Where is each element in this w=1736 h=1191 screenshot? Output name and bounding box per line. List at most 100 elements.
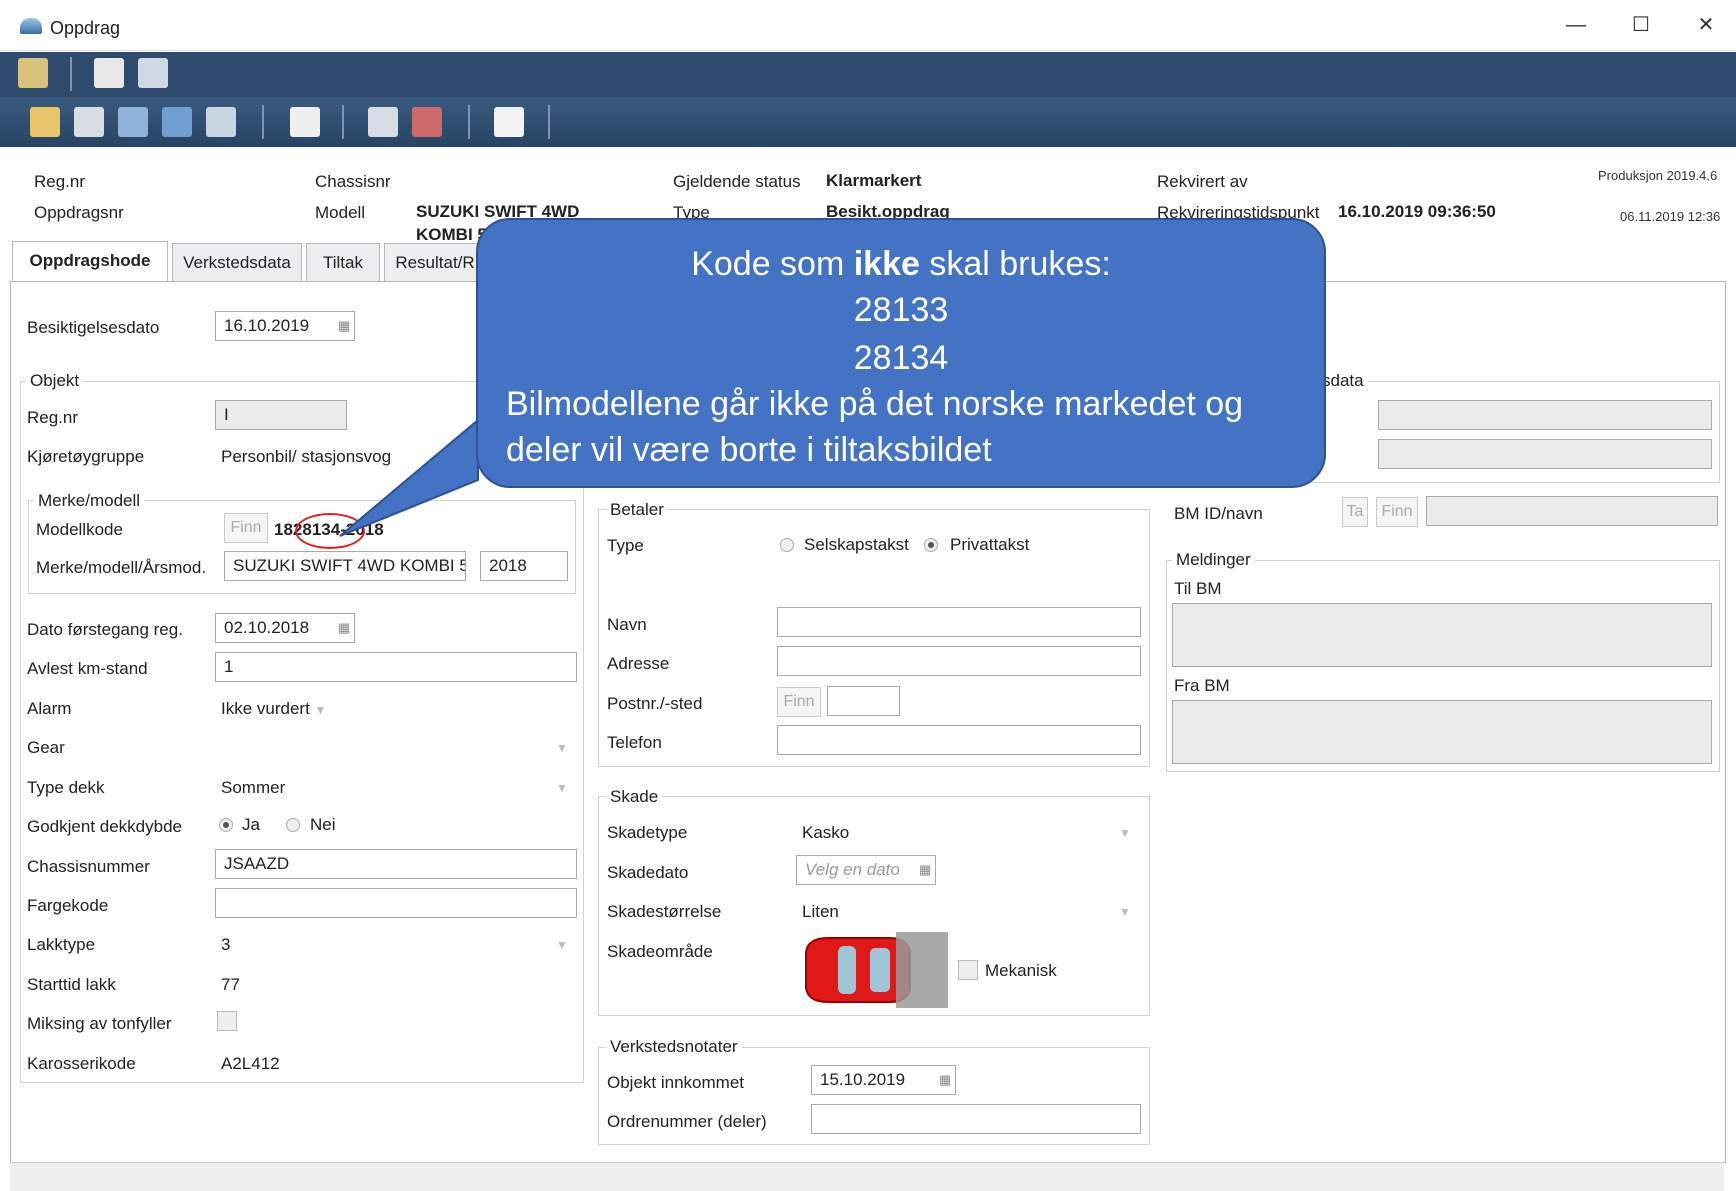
lakktype-value[interactable]: 3 [221, 935, 230, 955]
calendar-icon[interactable]: ▦ [338, 312, 350, 340]
fargekode-field[interactable] [215, 888, 577, 918]
fra-bm-textarea[interactable] [1172, 700, 1712, 764]
sdata-field-2[interactable] [1378, 439, 1712, 469]
gear-dropdown-chevron-icon[interactable]: ▼ [556, 741, 568, 755]
alarm-dropdown[interactable]: Ikke vurdert ▼ [221, 699, 326, 719]
sdata-field-1[interactable] [1378, 400, 1712, 430]
gear-label: Gear [27, 738, 65, 757]
callout-line-4: Bilmodellene går ikke på det norske mark… [506, 385, 1244, 423]
production-version: Produksjon 2019.4.6 [1598, 168, 1718, 183]
header-rekvtid-value: 16.10.2019 09:36:50 [1338, 202, 1496, 221]
besiktigelsesdato-label: Besiktigelsesdato [27, 318, 160, 337]
fargekode-label: Fargekode [27, 896, 109, 915]
mail-icon[interactable] [368, 107, 398, 137]
documents-icon[interactable] [162, 107, 192, 137]
edit-icon[interactable] [30, 107, 60, 137]
regnr-field[interactable]: I [215, 400, 347, 430]
betaler-type-label: Type [607, 536, 644, 555]
skadestorrelse-value[interactable]: Liten [802, 902, 839, 922]
alarm-value: Ikke vurdert [221, 699, 310, 718]
postnr-finn-button[interactable]: Finn [777, 687, 821, 717]
merke-label: Merke/modell/Årsmod. [36, 558, 207, 577]
dekkdybde-nei-label: Nei [310, 815, 336, 834]
privattakst-radio[interactable] [924, 538, 938, 552]
besiktigelsesdato-value: 16.10.2019 [224, 316, 310, 335]
skadetype-label: Skadetype [607, 823, 688, 842]
tab-verkstedsdata[interactable]: Verkstedsdata [172, 243, 302, 282]
calendar-icon[interactable]: ▦ [919, 856, 931, 884]
callout-text-post: skal brukes: [919, 245, 1111, 283]
dato-forste-field[interactable]: 02.10.2018 ▦ [215, 613, 355, 643]
privattakst-label: Privattakst [950, 535, 1030, 554]
calendar-icon[interactable]: ▦ [939, 1066, 951, 1094]
dekk-dropdown-chevron-icon[interactable]: ▼ [556, 781, 568, 795]
toolbar-separator [262, 105, 264, 139]
adresse-field[interactable] [777, 646, 1141, 676]
chassis-label: Chassisnummer [27, 857, 150, 876]
arsmod-field[interactable]: 2018 [480, 551, 568, 581]
skadetype-value[interactable]: Kasko [802, 823, 849, 843]
telefon-label: Telefon [607, 733, 662, 752]
toolbar-separator [342, 105, 344, 139]
callout-line-5: deler vil være borte i tiltaksbildet [506, 431, 992, 469]
dekk-value[interactable]: Sommer [221, 778, 285, 798]
print-icon[interactable] [94, 58, 124, 88]
km-field[interactable]: 1 [215, 652, 577, 682]
header-modell-label: Modell [315, 203, 366, 222]
bm-ta-button[interactable]: Ta [1342, 497, 1368, 527]
mekanisk-checkbox[interactable] [958, 960, 978, 980]
navn-field[interactable] [777, 607, 1141, 637]
merke-modell-title: Merke/modell [34, 491, 145, 511]
document-icon[interactable] [118, 107, 148, 137]
ordrenummer-field[interactable] [811, 1104, 1141, 1134]
postnr-label: Postnr./-sted [607, 694, 703, 713]
navn-label: Navn [607, 615, 647, 634]
minimize-button[interactable]: — [1553, 10, 1599, 40]
selskapstakst-radio[interactable] [780, 538, 794, 552]
merke-field[interactable]: SUZUKI SWIFT 4WD KOMBI 5D [224, 551, 466, 581]
miksing-checkbox[interactable] [217, 1011, 237, 1031]
current-datetime: 06.11.2019 12:36 [1620, 209, 1721, 224]
percent-icon[interactable] [494, 107, 524, 137]
tab-tiltak[interactable]: Tiltak [306, 243, 380, 282]
objekt-title: Objekt [26, 371, 84, 391]
dato-forste-value: 02.10.2018 [224, 618, 310, 637]
toolbar-separator [548, 105, 550, 139]
miksing-label: Miksing av tonfyller [27, 1014, 172, 1033]
skadeomrade-label: Skadeområde [607, 942, 713, 961]
report-icon[interactable] [18, 58, 48, 88]
script-icon[interactable] [206, 107, 236, 137]
modellkode-finn-button[interactable]: Finn [224, 513, 268, 543]
skadetype-chevron-icon[interactable]: ▼ [1119, 826, 1131, 840]
skadestorrelse-chevron-icon[interactable]: ▼ [1119, 905, 1131, 919]
modellkode-prefix: 18 [274, 520, 293, 539]
bm-finn-button[interactable]: Finn [1376, 497, 1418, 527]
dekkdybde-ja-radio[interactable] [219, 818, 233, 832]
chevron-down-icon: ▼ [314, 703, 327, 717]
image-icon[interactable] [74, 107, 104, 137]
tab-resultat[interactable]: Resultat/R [384, 243, 486, 282]
close-button[interactable]: ✕ [1683, 10, 1729, 40]
chassis-field[interactable]: JSAAZD [215, 849, 577, 879]
print-preview-icon[interactable] [138, 58, 168, 88]
starttid-label: Starttid lakk [27, 975, 116, 994]
lakktype-dropdown-chevron-icon[interactable]: ▼ [556, 938, 568, 952]
skadedato-field[interactable]: Velg en dato ▦ [796, 855, 936, 885]
postnr-field[interactable] [827, 686, 900, 716]
calendar-icon[interactable]: ▦ [338, 614, 350, 642]
skadestorrelse-label: Skadestørrelse [607, 902, 722, 921]
car-damage-diagram[interactable] [798, 932, 948, 1008]
besiktigelsesdato-field[interactable]: 16.10.2019 ▦ [215, 311, 355, 341]
dekk-label: Type dekk [27, 778, 105, 797]
telefon-field[interactable] [777, 725, 1141, 755]
dekkdybde-nei-radio[interactable] [286, 818, 300, 832]
til-bm-textarea[interactable] [1172, 603, 1712, 667]
export-icon[interactable] [412, 107, 442, 137]
innkommet-field[interactable]: 15.10.2019 ▦ [811, 1065, 956, 1095]
maximize-button[interactable]: ☐ [1618, 10, 1664, 40]
toolbar-top: ? [0, 52, 1736, 146]
callout-code-1: 28133 [853, 291, 949, 329]
font-icon[interactable] [290, 107, 320, 137]
tab-oppdragshode[interactable]: Oppdragshode [12, 241, 168, 282]
bm-field[interactable] [1426, 496, 1718, 526]
